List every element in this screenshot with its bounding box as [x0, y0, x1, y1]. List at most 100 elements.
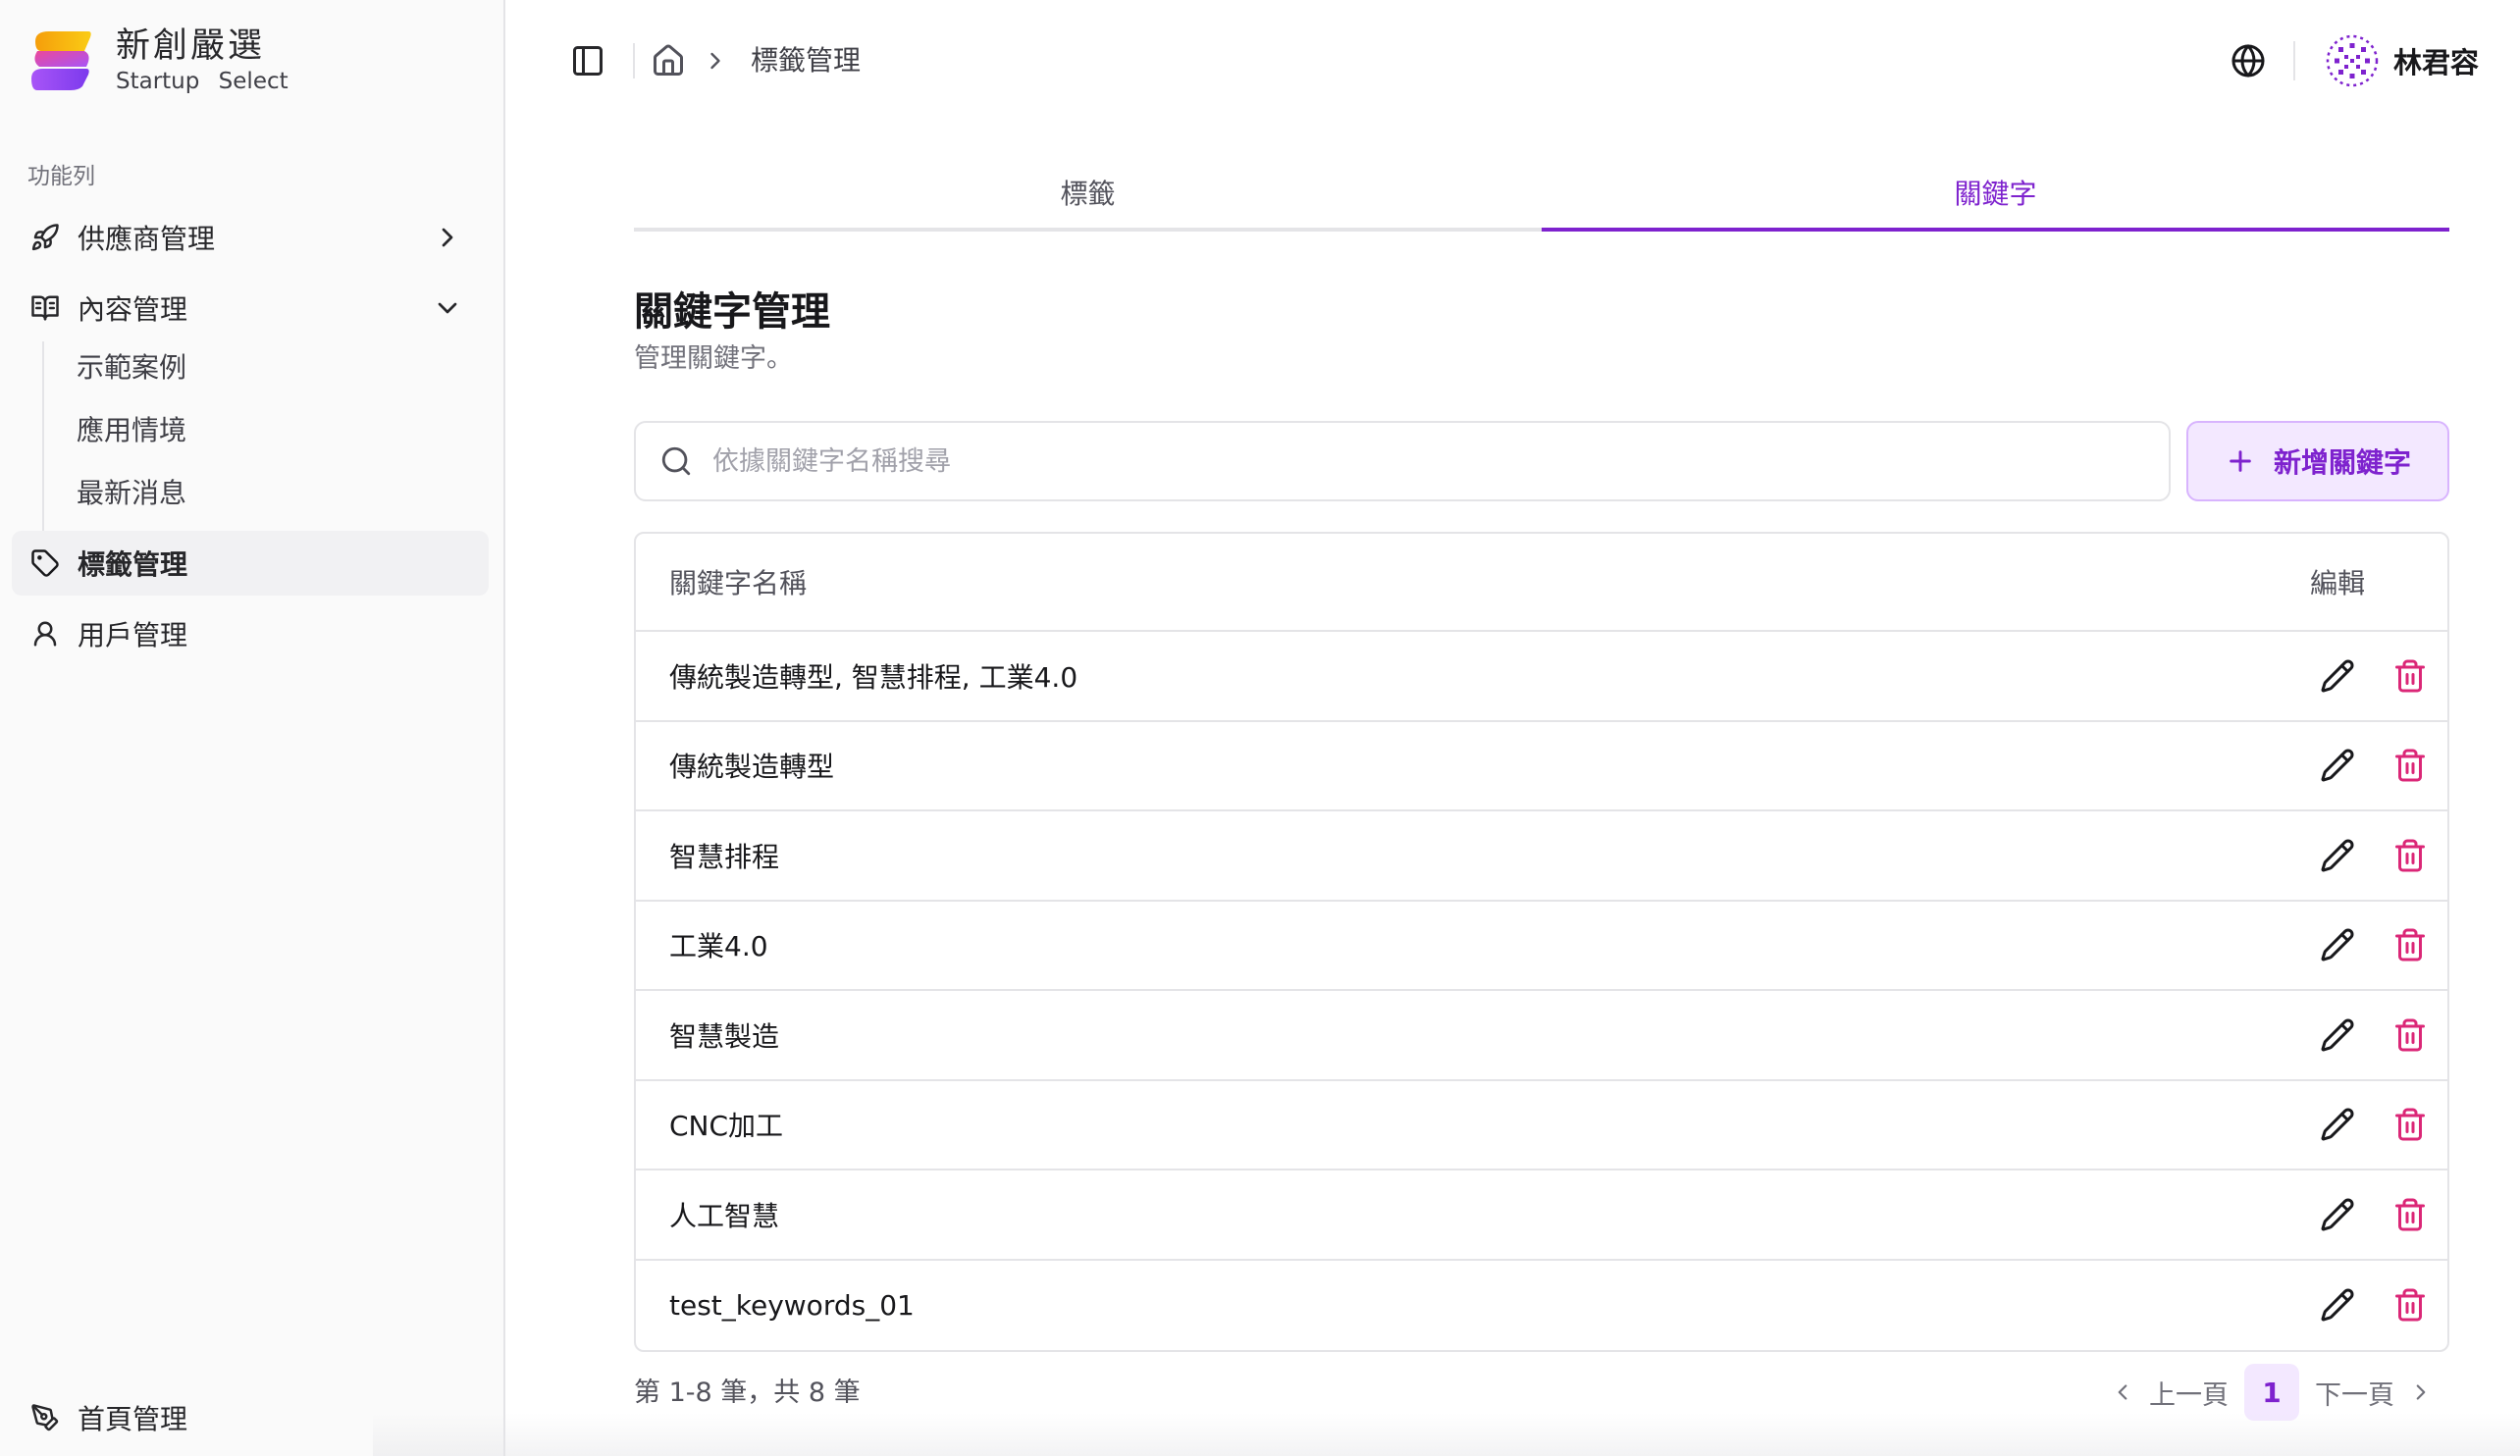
row-actions: [2320, 1287, 2447, 1323]
keywords-table: 關鍵字名稱 編輯 傳統製造轉型, 智慧排程, 工業4.0 傳統製造轉型 智慧排程: [634, 532, 2449, 1352]
user-icon: [28, 617, 62, 650]
globe-icon[interactable]: [2231, 43, 2266, 78]
rocket-icon: [28, 221, 62, 254]
pagination: 上一頁 1 下一頁: [2110, 1364, 2434, 1421]
row-actions: [2320, 1197, 2447, 1232]
edit-pencil-icon[interactable]: [2320, 748, 2355, 783]
edit-pencil-icon[interactable]: [2320, 838, 2355, 873]
plus-icon: [2230, 450, 2251, 472]
brand[interactable]: 新創嚴選 Startup Select: [27, 24, 289, 96]
row-actions: [2320, 1017, 2447, 1053]
sidebar: 新創嚴選 Startup Select 功能列 供應商管理 內容管理 示範案例 …: [0, 0, 505, 1456]
brand-name-zh: 新創嚴選: [116, 26, 266, 66]
submenu-guide-line: [42, 341, 44, 534]
tag-icon: [28, 546, 62, 580]
header-divider: [633, 43, 635, 78]
table-row: 傳統製造轉型, 智慧排程, 工業4.0: [636, 632, 2447, 722]
brand-logo-icon: [31, 31, 91, 90]
page-subtitle: 管理關鍵字。: [634, 343, 793, 374]
edit-pencil-icon[interactable]: [2320, 1017, 2355, 1053]
delete-trash-icon[interactable]: [2392, 1197, 2428, 1232]
edit-pencil-icon[interactable]: [2320, 1197, 2355, 1232]
sidebar-item-label: 首頁管理: [78, 1403, 188, 1435]
chevron-down-icon: [438, 302, 457, 314]
sidebar-toggle-icon[interactable]: [570, 43, 605, 78]
avatar: [2326, 34, 2379, 87]
table-row: CNC加工: [636, 1081, 2447, 1170]
keyword-name-cell: test_keywords_01: [669, 1288, 915, 1322]
delete-trash-icon[interactable]: [2392, 748, 2428, 783]
delete-trash-icon[interactable]: [2392, 658, 2428, 694]
delete-trash-icon[interactable]: [2392, 838, 2428, 873]
keyword-name-cell: 傳統製造轉型: [669, 751, 835, 784]
tab-tags[interactable]: 標籤: [634, 167, 1542, 228]
keyword-name-cell: CNC加工: [669, 1110, 784, 1143]
table-row: 工業4.0: [636, 902, 2447, 991]
table-row: 人工智慧: [636, 1170, 2447, 1261]
row-actions: [2320, 658, 2447, 694]
keyword-name-cell: 智慧製造: [669, 1019, 780, 1053]
next-page-label: 下一頁: [2315, 1379, 2394, 1411]
row-actions: [2320, 1107, 2447, 1142]
prev-page-button[interactable]: 上一頁: [2110, 1374, 2229, 1412]
keyword-name-cell: 工業4.0: [669, 930, 768, 963]
edit-pencil-icon[interactable]: [2320, 658, 2355, 694]
search-input[interactable]: [712, 445, 2086, 477]
sidebar-item-label: 標籤管理: [78, 548, 188, 581]
add-keyword-label: 新增關鍵字: [2273, 446, 2411, 479]
table-header: 關鍵字名稱 編輯: [636, 534, 2447, 632]
keyword-name-cell: 人工智慧: [669, 1199, 780, 1232]
chevron-right-icon: [442, 228, 453, 247]
edit-pencil-icon[interactable]: [2320, 1107, 2355, 1142]
row-actions: [2320, 748, 2447, 783]
breadcrumb-current: 標籤管理: [751, 44, 862, 77]
sidebar-item-suppliers[interactable]: 供應商管理: [12, 205, 489, 270]
tab-bar: 標籤 關鍵字: [634, 167, 2449, 232]
row-actions: [2320, 838, 2447, 873]
sidebar-item-label: 供應商管理: [78, 223, 216, 255]
prev-page-label: 上一頁: [2149, 1379, 2229, 1411]
sidebar-subitem-news[interactable]: 最新消息: [59, 464, 471, 519]
edit-pencil-icon[interactable]: [2320, 927, 2355, 962]
pen-tool-icon: [28, 1401, 62, 1434]
sidebar-item-content[interactable]: 內容管理: [12, 276, 489, 340]
user-menu[interactable]: 林君容: [2325, 33, 2479, 88]
sidebar-subitem-use-cases[interactable]: 應用情境: [59, 401, 471, 456]
page-title: 關鍵字管理: [634, 289, 830, 335]
search-icon: [661, 446, 691, 476]
edit-pencil-icon[interactable]: [2320, 1287, 2355, 1323]
add-keyword-button[interactable]: 新增關鍵字: [2186, 421, 2449, 501]
home-icon[interactable]: [651, 43, 686, 78]
keyword-name-cell: 智慧排程: [669, 840, 780, 873]
sidebar-item-label: 內容管理: [78, 293, 188, 326]
sidebar-section-label: 功能列: [27, 164, 95, 189]
delete-trash-icon[interactable]: [2392, 927, 2428, 962]
column-header-edit: 編輯: [2310, 567, 2366, 599]
pagination-summary: 第 1-8 筆，共 8 筆: [634, 1378, 861, 1408]
table-body: 傳統製造轉型, 智慧排程, 工業4.0 傳統製造轉型 智慧排程 工業4.0 智慧…: [636, 632, 2447, 1350]
table-row: 傳統製造轉型: [636, 722, 2447, 811]
top-header: 標籤管理 林君容: [507, 0, 2520, 122]
sidebar-item-users[interactable]: 用戶管理: [12, 601, 489, 666]
breadcrumb-separator-icon: [710, 52, 720, 70]
sidebar-item-tags[interactable]: 標籤管理: [12, 531, 489, 596]
tab-keywords[interactable]: 關鍵字: [1542, 167, 2449, 232]
row-actions: [2320, 927, 2447, 962]
user-name: 林君容: [2393, 46, 2480, 79]
header-divider: [2293, 41, 2295, 80]
sidebar-item-homepage[interactable]: 首頁管理: [12, 1385, 489, 1450]
column-header-keyword-name: 關鍵字名稱: [669, 567, 808, 599]
sidebar-subitem-demo-cases[interactable]: 示範案例: [59, 338, 471, 393]
page-number-current[interactable]: 1: [2244, 1364, 2299, 1421]
sidebar-item-label: 用戶管理: [78, 619, 188, 651]
delete-trash-icon[interactable]: [2392, 1017, 2428, 1053]
next-page-button[interactable]: 下一頁: [2315, 1374, 2434, 1412]
book-open-icon: [28, 291, 62, 325]
table-row: 智慧製造: [636, 991, 2447, 1081]
keyword-name-cell: 傳統製造轉型, 智慧排程, 工業4.0: [669, 660, 1078, 694]
brand-name-en: Startup Select: [116, 69, 289, 94]
delete-trash-icon[interactable]: [2392, 1107, 2428, 1142]
chevron-right-icon: [2416, 1384, 2426, 1400]
search-box[interactable]: [634, 421, 2171, 501]
delete-trash-icon[interactable]: [2392, 1287, 2428, 1323]
